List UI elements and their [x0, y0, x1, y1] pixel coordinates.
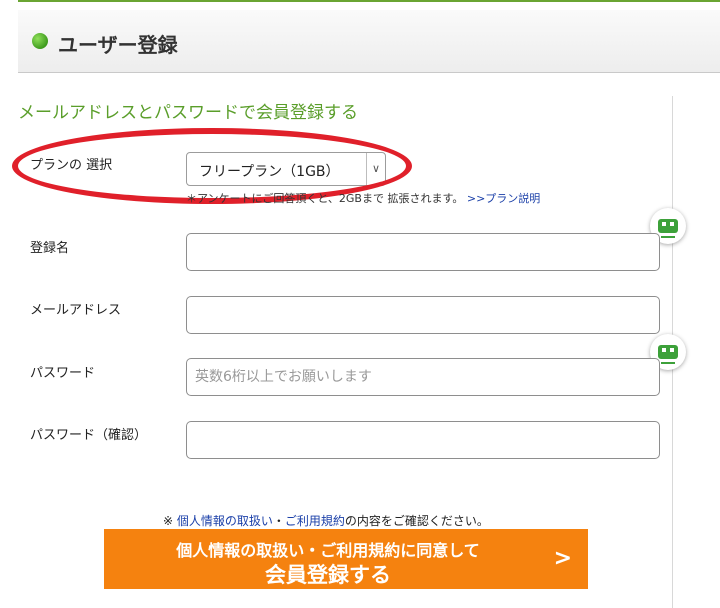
- name-field[interactable]: [186, 233, 660, 271]
- password-confirm-label: パスワード（確認）: [30, 428, 148, 443]
- agreement-note: ※ 個人情報の取扱い・ご利用規約の内容をご確認ください。: [163, 512, 489, 529]
- password-confirm-input[interactable]: [187, 422, 659, 458]
- header-bullet-icon: [32, 33, 48, 49]
- privacy-policy-link[interactable]: 個人情報の取扱い: [177, 514, 273, 528]
- name-input[interactable]: [187, 234, 659, 270]
- top-accent-line: [18, 0, 720, 2]
- agreement-separator: ・: [272, 514, 285, 528]
- password-field[interactable]: [186, 358, 660, 396]
- email-input[interactable]: [187, 297, 659, 333]
- password-label: パスワード: [30, 366, 96, 381]
- plan-note: ＊アンケートにご回答頂くと、2GBまで 拡張されます。 >>プラン説明: [186, 190, 540, 206]
- plan-note-text: ＊アンケートにご回答頂くと、2GBまで 拡張されます。: [186, 192, 464, 205]
- agreement-suffix: の内容をご確認ください。: [344, 514, 489, 528]
- form-subtitle: メールアドレスとパスワードで会員登録する: [18, 103, 358, 123]
- terms-link[interactable]: ご利用規約: [285, 514, 345, 528]
- name-label: 登録名: [30, 241, 70, 256]
- password-input[interactable]: [187, 359, 659, 395]
- register-button[interactable]: 個人情報の取扱い・ご利用規約に同意して 会員登録する >: [104, 529, 588, 589]
- email-field[interactable]: [186, 296, 660, 334]
- plan-info-link[interactable]: >>プラン説明: [467, 192, 540, 205]
- password-confirm-field[interactable]: [186, 421, 660, 459]
- page-title: ユーザー登録: [58, 33, 178, 57]
- email-label: メールアドレス: [30, 303, 122, 318]
- agreement-prefix: ※: [163, 514, 177, 528]
- register-button-line1: 個人情報の取扱い・ご利用規約に同意して: [176, 541, 480, 560]
- chevron-right-icon: >: [553, 546, 572, 571]
- register-button-line2: 会員登録する: [265, 563, 391, 587]
